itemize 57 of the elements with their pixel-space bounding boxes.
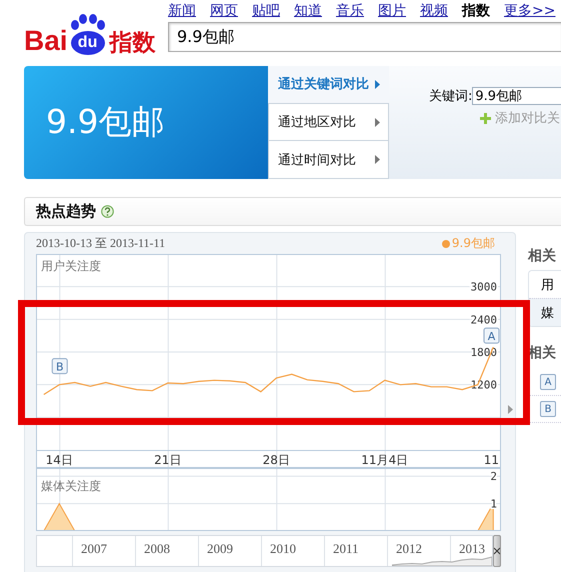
logo-text: Bai xyxy=(24,27,68,55)
nav-link[interactable]: 图片 xyxy=(378,2,406,20)
field-label: 关键词: xyxy=(429,88,472,105)
related-heading: 相关 xyxy=(528,247,557,266)
nav-link[interactable]: 指数 xyxy=(462,2,490,20)
axis-tick-label: 2 xyxy=(490,470,497,484)
year-label[interactable]: 2012 xyxy=(396,540,422,556)
caret-icon xyxy=(375,118,380,126)
axis-tick-label: 1200 xyxy=(470,378,497,392)
year-label[interactable]: 2008 xyxy=(144,540,170,556)
plus-icon xyxy=(480,112,491,124)
nav-link[interactable]: 视频 xyxy=(420,2,448,20)
marker-flag: B xyxy=(52,358,68,374)
axis-tick-label: 2400 xyxy=(470,313,497,326)
compare-tab[interactable]: 通过时间对比 xyxy=(268,140,389,180)
nav-link[interactable]: 新闻 xyxy=(168,2,196,20)
compare-tab[interactable]: 通过地区对比 xyxy=(268,102,389,142)
search-field[interactable]: 9.9包邮 xyxy=(168,22,561,52)
date-range: 2013-10-13 至 2013-11-11 xyxy=(36,235,166,252)
marker-flag: A xyxy=(484,328,500,344)
year-label[interactable]: 2010 xyxy=(270,540,296,556)
nav-link[interactable]: 更多>> xyxy=(504,2,556,20)
help-icon[interactable] xyxy=(101,205,114,218)
nav-link[interactable]: 知道 xyxy=(294,2,322,20)
nav-link[interactable]: 网页 xyxy=(210,2,238,20)
paw-icon xyxy=(68,14,107,31)
keyword-banner: 9.9包邮 xyxy=(24,66,268,179)
year-label[interactable]: 2011 xyxy=(333,540,359,556)
year-label[interactable]: 2007 xyxy=(81,540,107,556)
caret-icon xyxy=(375,80,380,89)
marker-badge: B xyxy=(540,401,556,417)
year-label[interactable]: 2009 xyxy=(207,540,233,556)
range-handle[interactable] xyxy=(493,535,501,567)
keyword-field[interactable]: 9.9包邮 xyxy=(472,87,561,105)
section-title: 热点趋势 xyxy=(36,202,96,221)
caret-icon xyxy=(375,155,380,164)
year-label[interactable]: 2013 xyxy=(459,540,485,556)
chart-title: 媒体关注度 xyxy=(41,479,101,493)
axis-tick-label: 11月4日 xyxy=(361,453,408,467)
marker-badge: A xyxy=(540,374,556,390)
annotation: A xyxy=(488,330,496,344)
expand-arrow-icon[interactable] xyxy=(508,405,513,414)
axis-tick-label: 11 xyxy=(484,453,499,467)
compare-tab[interactable]: 通过关键词对比 xyxy=(268,65,389,104)
axis-tick-label: 28日 xyxy=(262,453,290,467)
logo-text: du xyxy=(70,31,105,55)
legend-label: 9.9包邮 xyxy=(452,235,495,252)
related-tab[interactable]: 媒 xyxy=(529,298,561,326)
nav-link[interactable]: 音乐 xyxy=(336,2,364,20)
nav-link[interactable]: 贴吧 xyxy=(252,2,280,20)
axis-tick-label: 14日 xyxy=(46,453,73,467)
annotation: B xyxy=(56,360,64,374)
logo-text: 指数 xyxy=(110,32,156,55)
axis-tick-label: 1 xyxy=(490,498,497,511)
axis-tick-label: 21日 xyxy=(154,453,182,467)
chart-title: 用户关注度 xyxy=(41,259,101,273)
axis-tick-label: 3000 xyxy=(470,280,497,294)
